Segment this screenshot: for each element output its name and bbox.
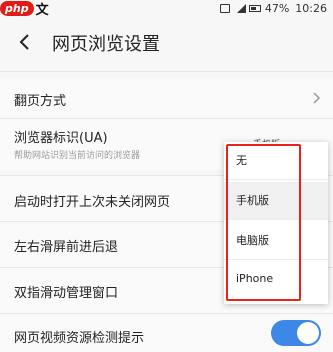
setting-video-detect[interactable]: 网页视频资源检测提示	[0, 314, 333, 352]
chevron-left-icon[interactable]	[15, 32, 35, 52]
setting-hint: 帮助网站识别当前访问的浏览器	[14, 151, 141, 161]
video-detect-toggle[interactable]	[271, 320, 321, 346]
ua-option-none[interactable]: 无	[224, 142, 328, 180]
setting-label: 启动时打开上次未关闭网页	[14, 195, 171, 210]
ua-option-iphone[interactable]: iPhone	[224, 262, 328, 304]
clock: 10:26	[295, 2, 327, 15]
watermark-badge: php	[0, 1, 34, 16]
watermark-logo: php 中文网	[0, 0, 56, 37]
ua-option-desktop[interactable]: 电脑版	[224, 222, 328, 260]
setting-label: 双指滑动管理窗口	[14, 286, 119, 301]
setting-label: 翻页方式	[14, 94, 67, 109]
status-icons: 47% 10:26	[219, 0, 327, 17]
divider	[0, 71, 333, 72]
ua-option-mobile[interactable]: 手机版	[224, 182, 328, 220]
signal-icon	[236, 4, 246, 13]
option-label: 手机版	[236, 194, 269, 207]
battery-percent: 47%	[264, 2, 290, 15]
chevron-right-icon	[313, 92, 321, 104]
setting-label: 浏览器标识(UA)	[14, 131, 108, 146]
setting-label: 左右滑屏前进后退	[14, 240, 119, 255]
setting-label: 网页视频资源检测提示	[14, 331, 145, 346]
setting-page-turn[interactable]: 翻页方式	[0, 78, 333, 118]
calendar-icon	[219, 4, 230, 13]
option-label: iPhone	[236, 272, 274, 285]
option-label: 无	[236, 154, 247, 167]
toggle-knob	[297, 322, 319, 344]
header-bar: 网页浏览设置	[0, 17, 333, 67]
battery-icon	[248, 5, 261, 12]
page-title: 网页浏览设置	[52, 34, 160, 55]
option-label: 电脑版	[236, 234, 269, 247]
ua-dropdown-menu: 无 手机版 电脑版 iPhone	[224, 142, 328, 304]
status-bar: php 中文网 47% 10:26	[0, 0, 333, 37]
